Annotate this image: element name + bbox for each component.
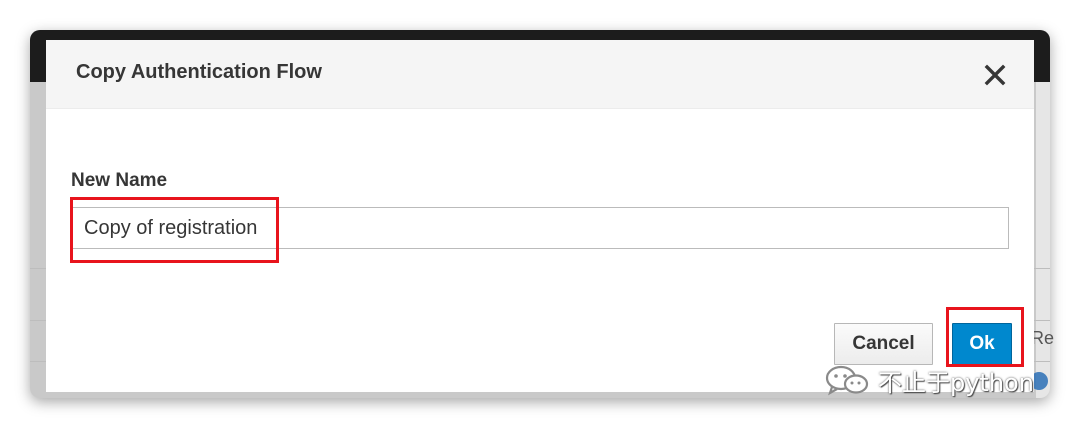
ok-highlight-box — [946, 307, 1024, 367]
watermark-text: 不止于python — [878, 368, 1034, 397]
cancel-button[interactable]: Cancel — [834, 323, 933, 365]
dialog-title: Copy Authentication Flow — [76, 61, 322, 83]
watermark: 不止于python — [824, 362, 1034, 398]
background-panel — [1036, 82, 1050, 398]
close-button[interactable] — [980, 60, 1010, 90]
new-name-label: New Name — [71, 170, 168, 191]
close-icon — [984, 64, 1006, 86]
wechat-icon — [825, 365, 869, 396]
input-highlight-box — [70, 197, 279, 263]
dialog-header: Copy Authentication Flow — [46, 40, 1034, 109]
background-column-header: Re — [1031, 328, 1055, 348]
